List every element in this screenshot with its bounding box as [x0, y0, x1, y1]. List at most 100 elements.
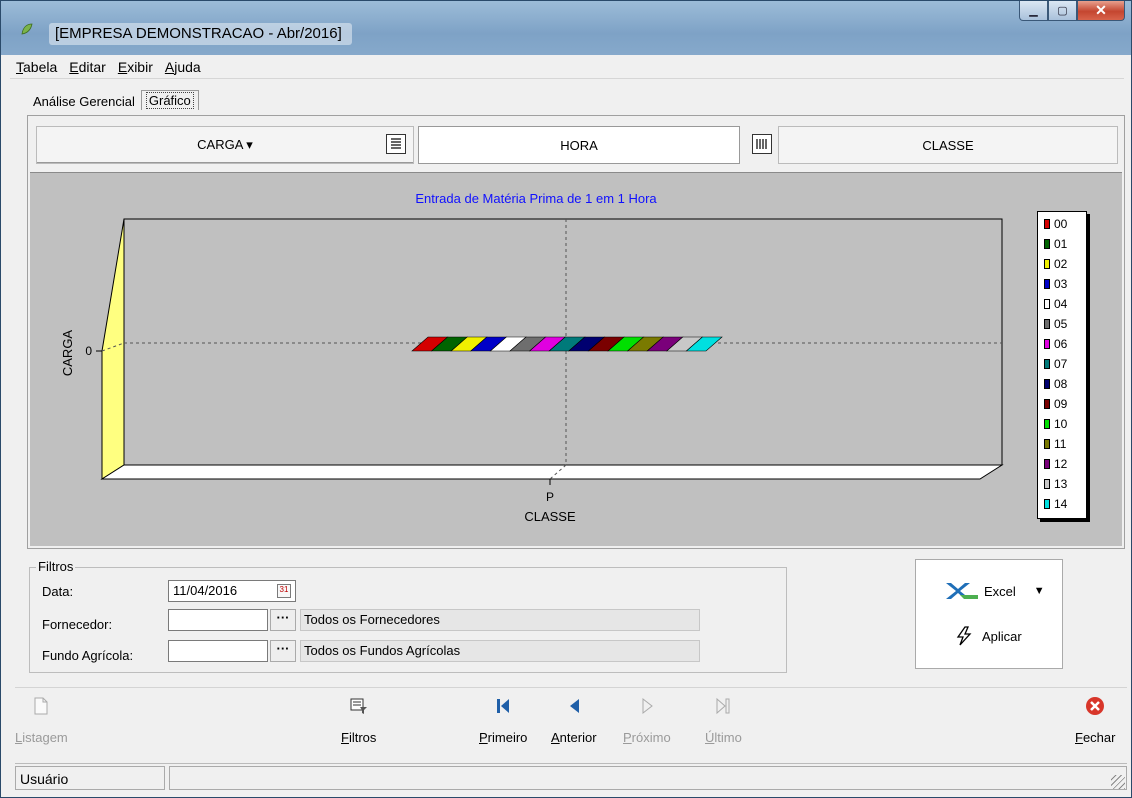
legend-label: 00 — [1054, 217, 1068, 231]
legend-swatch — [1044, 379, 1050, 389]
legend-label: 04 — [1054, 297, 1068, 311]
tab-grafico-label: Gráfico — [145, 92, 194, 109]
legend-label: 08 — [1054, 377, 1068, 391]
menu-editar[interactable]: Editar — [63, 57, 112, 78]
filtros-label: Filtros — [341, 730, 377, 745]
fechar-label: Fechar — [1075, 730, 1116, 745]
legend-item-01: 01 — [1044, 234, 1086, 254]
legend-item-09: 09 — [1044, 394, 1086, 414]
chart-ytick-label: 0 — [85, 344, 92, 358]
document-icon — [31, 696, 51, 716]
menu-exibir[interactable]: Exibir — [112, 57, 159, 78]
status-user: Usuário — [15, 766, 165, 790]
legend-swatch — [1044, 439, 1050, 449]
data-field[interactable]: 11/04/2016 31 — [168, 580, 296, 602]
legend-label: 05 — [1054, 317, 1068, 331]
app-window: [EMPRESA DEMONSTRACAO - Abr/2016] ▁ ▢ ✕ … — [0, 0, 1132, 798]
legend-item-05: 05 — [1044, 314, 1086, 334]
chart-title: Entrada de Matéria Prima de 1 em 1 Hora — [415, 191, 657, 206]
legend-item-00: 00 — [1044, 214, 1086, 234]
legend-label: 02 — [1054, 257, 1068, 271]
legend-item-02: 02 — [1044, 254, 1086, 274]
legend-swatch — [1044, 459, 1050, 469]
excel-icon — [946, 583, 978, 599]
filters-group: Filtros Data: 11/04/2016 31 Fornecedor: … — [29, 559, 787, 673]
fornecedor-field[interactable] — [168, 609, 268, 631]
legend-label: 09 — [1054, 397, 1068, 411]
anterior-button[interactable]: Anterior — [551, 696, 597, 745]
proximo-button[interactable]: Próximo — [623, 696, 671, 745]
legend-item-14: 14 — [1044, 494, 1086, 514]
legend-label: 10 — [1054, 417, 1068, 431]
window-title: [EMPRESA DEMONSTRACAO - Abr/2016] — [49, 23, 352, 45]
legend-label: 03 — [1054, 277, 1068, 291]
previous-record-icon — [564, 696, 584, 716]
chart-left-wall — [101, 218, 125, 480]
pivot-cols-field[interactable]: CLASSE — [778, 126, 1118, 164]
first-record-icon — [493, 696, 513, 716]
app-leaf-icon — [21, 23, 33, 35]
legend-label: 07 — [1054, 357, 1068, 371]
legend-item-12: 12 — [1044, 454, 1086, 474]
legend-item-08: 08 — [1044, 374, 1086, 394]
aplicar-button[interactable]: Aplicar — [954, 626, 1022, 646]
primeiro-button[interactable]: Primeiro — [479, 696, 527, 745]
primeiro-label: Primeiro — [479, 730, 528, 745]
legend-label: 11 — [1054, 437, 1067, 451]
rows-layout-icon[interactable] — [386, 134, 406, 154]
legend-item-03: 03 — [1044, 274, 1086, 294]
resize-grip[interactable] — [1111, 775, 1125, 789]
legend-swatch — [1044, 479, 1050, 489]
maximize-button[interactable]: ▢ — [1048, 1, 1077, 21]
data-value: 11/04/2016 — [173, 583, 238, 598]
close-window-button[interactable]: ✕ — [1077, 1, 1125, 21]
legend-swatch — [1044, 279, 1050, 289]
minimize-button[interactable]: ▁ — [1019, 1, 1048, 21]
last-record-icon — [713, 696, 733, 716]
chart-xlabel: CLASSE — [524, 509, 576, 524]
ultimo-label: Último — [705, 730, 742, 745]
status-bar: Usuário — [15, 763, 1127, 791]
proximo-label: Próximo — [623, 730, 671, 745]
title-bar: [EMPRESA DEMONSTRACAO - Abr/2016] ▁ ▢ ✕ — [1, 1, 1131, 55]
legend-swatch — [1044, 499, 1050, 509]
ultimo-button[interactable]: Último — [705, 696, 742, 745]
legend-label: 01 — [1054, 237, 1068, 251]
data-label: Data: — [42, 584, 74, 599]
fornecedor-label: Fornecedor: — [42, 617, 113, 632]
menu-ajuda[interactable]: Ajuda — [159, 57, 207, 78]
legend-label: 13 — [1054, 477, 1068, 491]
fundo-agricola-field[interactable] — [168, 640, 268, 662]
filtros-button[interactable]: Filtros — [341, 696, 376, 745]
chart-legend: 00 01 02 03 04 05 06 07 08 09 10 11 12 13 14 — [1037, 211, 1087, 519]
legend-swatch — [1044, 419, 1050, 429]
chart-area: Entrada de Matéria Prima de 1 em 1 Hora … — [30, 172, 1122, 546]
grafico-panel: CARGA ▾ HORA CLASSE Entrada de Matéria P… — [27, 115, 1125, 549]
filters-group-label: Filtros — [36, 559, 76, 574]
calendar-icon[interactable]: 31 — [277, 584, 291, 598]
legend-swatch — [1044, 239, 1050, 249]
legend-swatch — [1044, 259, 1050, 269]
pivot-rows-field[interactable]: CARGA ▾ — [36, 126, 414, 164]
excel-dropdown-icon[interactable]: ▼ — [1034, 585, 1045, 597]
pivot-middle-field[interactable]: HORA — [418, 126, 740, 164]
listagem-button[interactable]: Listagem — [15, 696, 68, 745]
columns-layout-icon[interactable] — [752, 134, 772, 154]
legend-item-07: 07 — [1044, 354, 1086, 374]
next-record-icon — [637, 696, 657, 716]
legend-item-04: 04 — [1044, 294, 1086, 314]
tab-grafico[interactable]: Gráfico — [140, 90, 199, 110]
legend-label: 12 — [1054, 457, 1068, 471]
chart-xtick-label: P — [546, 490, 554, 504]
menu-tabela[interactable]: Tabela — [10, 57, 63, 78]
fornecedor-description: Todos os Fornecedores — [300, 609, 700, 631]
pivot-header: CARGA ▾ HORA CLASSE — [36, 126, 1118, 164]
fundo-agricola-lookup-button[interactable]: ··· — [270, 640, 296, 662]
fechar-button[interactable]: Fechar — [1075, 696, 1115, 745]
fornecedor-lookup-button[interactable]: ··· — [270, 609, 296, 631]
lightning-icon — [956, 626, 972, 646]
excel-label: Excel — [984, 583, 1016, 599]
excel-button[interactable]: Excel ▼ — [944, 580, 1045, 602]
tab-analise-gerencial[interactable]: Análise Gerencial — [27, 91, 141, 112]
anterior-label: Anterior — [551, 730, 597, 745]
